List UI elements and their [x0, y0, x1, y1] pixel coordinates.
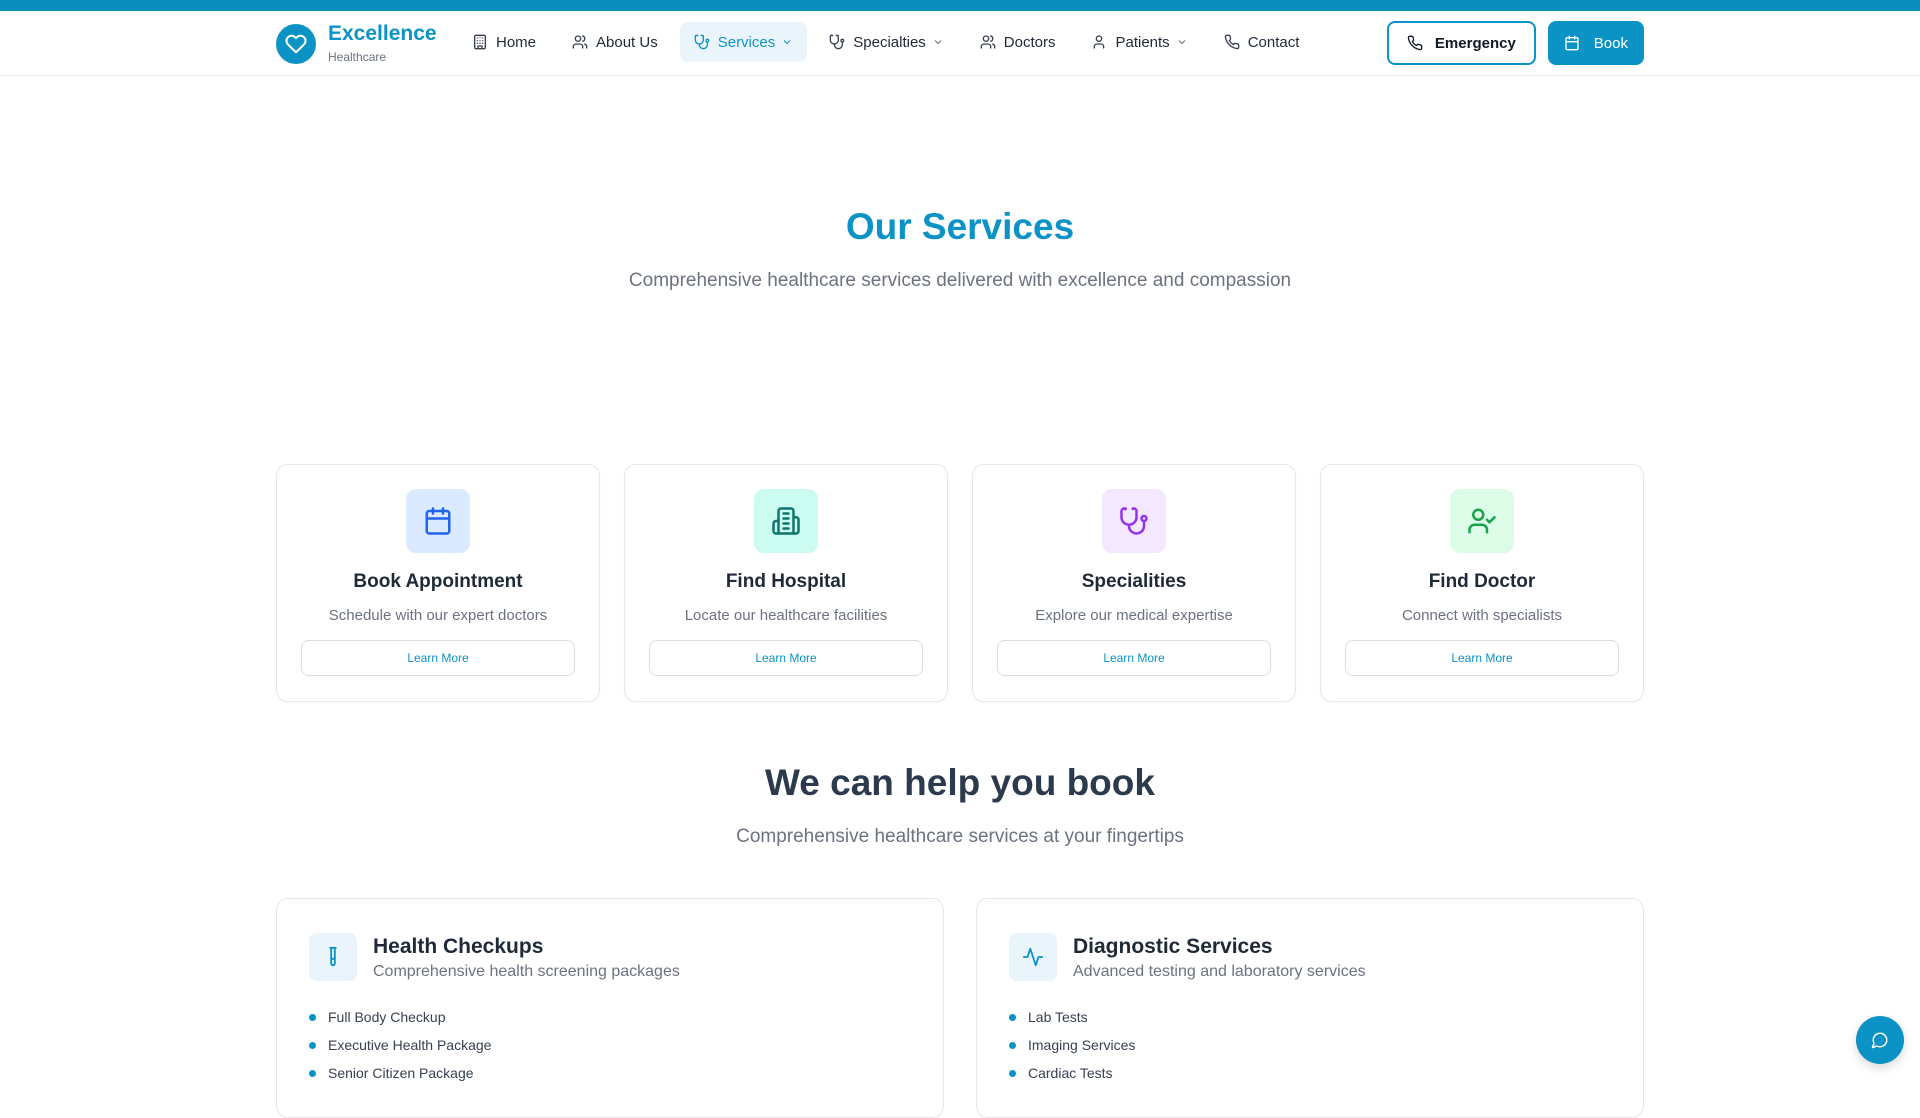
nav-label: Specialties — [853, 33, 926, 51]
main-nav: Home About Us Services Specialties Docto… — [458, 22, 1313, 62]
panel-title: Health Checkups — [373, 935, 544, 958]
site-header: Excellence Healthcare Home About Us Serv… — [0, 11, 1920, 76]
page-title: Our Services — [845, 206, 1075, 247]
panel-list: Full Body Checkup Executive Health Packa… — [309, 1003, 911, 1087]
panel-subtitle: Advanced testing and laboratory services — [1073, 963, 1366, 980]
chat-button[interactable] — [1856, 1016, 1904, 1064]
card-book-appointment: Book Appointment Schedule with our exper… — [276, 464, 600, 702]
nav-item-services[interactable]: Services — [679, 22, 808, 62]
panel-subtitle: Comprehensive health screening packages — [373, 963, 680, 980]
user-icon — [1094, 35, 1105, 49]
panel-title: Diagnostic Services — [1073, 935, 1273, 958]
page-subtitle: Comprehensive healthcare services delive… — [628, 270, 1292, 291]
nav-label: Home — [496, 33, 537, 51]
help-section: We can help you book Comprehensive healt… — [0, 762, 1920, 848]
brand[interactable]: Excellence Healthcare — [276, 23, 437, 64]
phone-icon — [1224, 34, 1240, 50]
service-panels: Health Checkups Comprehensive health scr… — [276, 898, 1644, 1118]
top-accent-bar — [0, 0, 1920, 11]
card-title: Book Appointment — [353, 571, 523, 592]
chevron-down-icon — [934, 40, 942, 45]
test-tube-icon — [309, 933, 357, 981]
card-description: Locate our healthcare facilities — [684, 607, 888, 624]
chat-icon — [1871, 1032, 1888, 1049]
nav-item-doctors[interactable]: Doctors — [966, 22, 1070, 62]
card-find-doctor: Find Doctor Connect with specialists Lea… — [1320, 464, 1644, 702]
panel-diagnostic-services: Diagnostic Services Advanced testing and… — [976, 898, 1644, 1118]
hero-section: Our Services Comprehensive healthcare se… — [0, 206, 1920, 292]
heart-icon — [276, 23, 316, 64]
card-description: Explore our medical expertise — [1035, 607, 1233, 624]
list-item[interactable]: Senior Citizen Package — [309, 1059, 911, 1087]
list-item[interactable]: Executive Health Package — [309, 1031, 911, 1059]
learn-more-button[interactable]: Learn More — [301, 640, 575, 676]
list-item[interactable]: Lab Tests — [1009, 1003, 1611, 1031]
panel-list: Lab Tests Imaging Services Cardiac Tests — [1009, 1003, 1611, 1087]
list-item[interactable]: Imaging Services — [1009, 1031, 1611, 1059]
panel-health-checkups: Health Checkups Comprehensive health scr… — [276, 898, 944, 1118]
emergency-label: Emergency — [1434, 34, 1516, 52]
card-find-hospital: Find Hospital Locate our healthcare faci… — [624, 464, 948, 702]
section-subtitle: Comprehensive healthcare services at you… — [736, 826, 1184, 847]
nav-item-specialties[interactable]: Specialties — [815, 22, 958, 62]
nav-item-about[interactable]: About Us — [558, 22, 672, 62]
card-title: Find Doctor — [1428, 571, 1536, 592]
activity-icon — [1009, 933, 1057, 981]
chevron-down-icon — [1178, 40, 1186, 45]
nav-label: Services — [717, 33, 776, 51]
book-button[interactable]: Book — [1547, 21, 1644, 65]
stethoscope-icon — [829, 34, 845, 50]
card-description: Connect with specialists — [1401, 607, 1563, 624]
learn-more-button[interactable]: Learn More — [649, 640, 923, 676]
calendar-icon — [406, 489, 470, 553]
book-label: Book — [1593, 34, 1628, 52]
nav-label: Doctors — [1003, 33, 1056, 51]
learn-more-button[interactable]: Learn More — [1345, 640, 1619, 676]
quick-action-cards: Book Appointment Schedule with our exper… — [276, 464, 1644, 702]
stethoscope-icon — [1102, 489, 1166, 553]
brand-name: Excellence — [328, 22, 437, 45]
phone-icon — [1407, 35, 1423, 51]
section-title: We can help you book — [765, 762, 1155, 803]
emergency-button[interactable]: Emergency — [1386, 21, 1536, 65]
building-icon — [474, 34, 486, 50]
card-title: Find Hospital — [725, 571, 847, 592]
nav-item-contact[interactable]: Contact — [1210, 22, 1314, 62]
card-specialities: Specialities Explore our medical experti… — [972, 464, 1296, 702]
list-item[interactable]: Full Body Checkup — [309, 1003, 911, 1031]
users-icon — [980, 35, 996, 49]
header-actions: Emergency Book — [1386, 21, 1644, 65]
stethoscope-icon — [694, 34, 710, 50]
card-description: Schedule with our expert doctors — [328, 607, 548, 624]
list-item[interactable]: Cardiac Tests — [1009, 1059, 1611, 1087]
nav-item-patients[interactable]: Patients — [1077, 22, 1201, 62]
card-title: Specialities — [1081, 571, 1187, 592]
nav-label: About Us — [596, 33, 658, 51]
user-check-icon — [1450, 489, 1514, 553]
brand-subtitle: Healthcare — [328, 50, 387, 64]
calendar-icon — [1565, 35, 1579, 51]
nav-item-home[interactable]: Home — [458, 22, 550, 62]
chevron-down-icon — [783, 40, 791, 45]
users-icon — [572, 35, 588, 49]
hospital-icon — [754, 489, 818, 553]
nav-label: Patients — [1115, 33, 1170, 51]
learn-more-button[interactable]: Learn More — [997, 640, 1271, 676]
nav-label: Contact — [1247, 33, 1300, 51]
